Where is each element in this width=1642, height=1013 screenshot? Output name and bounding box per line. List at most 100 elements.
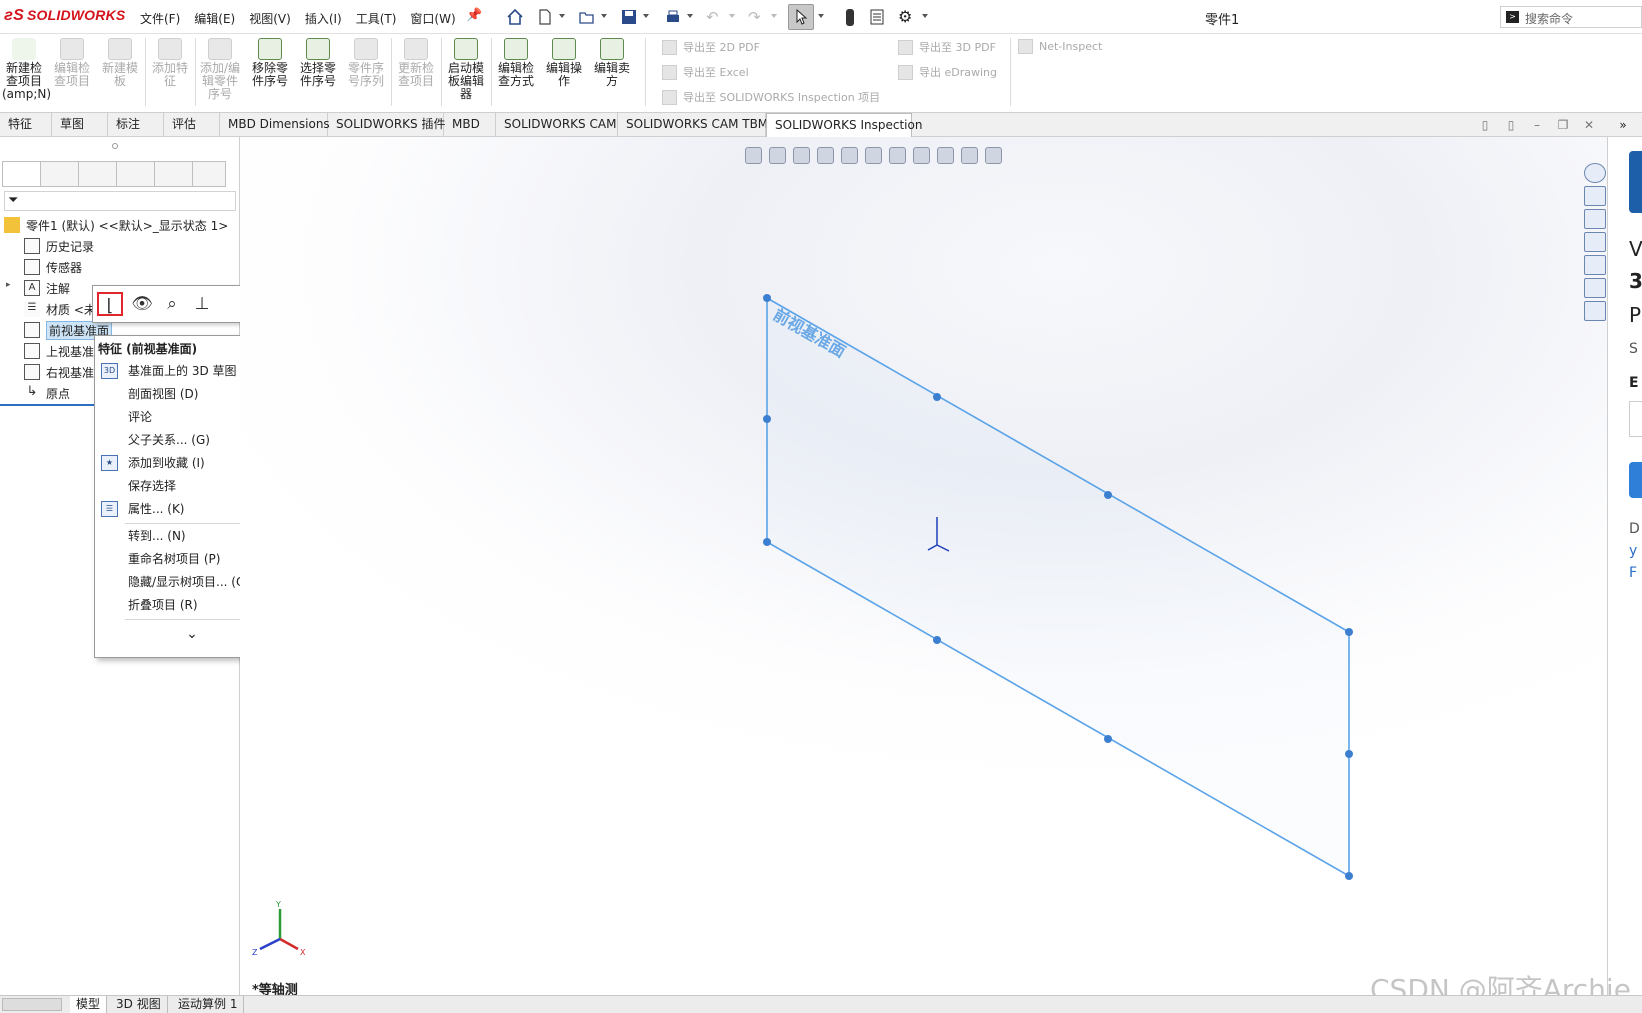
update-inspection-button[interactable]: 更新检 查项目 <box>394 38 438 88</box>
property-manager-tab-icon[interactable] <box>40 161 79 187</box>
tree-item-origin[interactable]: ↳ 原点 <box>24 383 70 403</box>
print-icon[interactable] <box>664 8 682 26</box>
tab-features[interactable]: 特征 <box>0 113 52 137</box>
chevron-down-icon[interactable] <box>922 14 928 18</box>
redo-icon[interactable]: ↷ <box>748 8 766 26</box>
edit-inspection-project-button[interactable]: 编辑检 查项目 <box>50 38 94 88</box>
open-icon[interactable] <box>578 8 596 26</box>
launch-template-editor-button[interactable]: 启动模 板编辑 器 <box>444 38 488 101</box>
tree-filter-field[interactable]: ⏷ <box>4 191 236 211</box>
expand-arrow-icon[interactable]: ▸ <box>6 280 11 290</box>
solidworks-logo[interactable]: ƨS SOLIDWORKS <box>4 7 125 25</box>
tab-markup[interactable]: 标注 <box>108 113 164 137</box>
tab-scroll-arrows-icon[interactable] <box>192 161 226 187</box>
tree-item-top-plane[interactable]: 上视基准 <box>24 341 94 361</box>
tab-mbd[interactable]: MBD <box>444 113 496 137</box>
export-sw-inspection-button[interactable]: 导出至 SOLIDWORKS Inspection 项目 <box>662 89 880 105</box>
tree-item-sensors[interactable]: 传感器 <box>24 257 82 277</box>
add-feature-button[interactable]: 添加特 征 <box>148 38 192 88</box>
save-icon[interactable] <box>620 8 638 26</box>
select-balloon-button[interactable]: 选择零 件序号 <box>296 38 340 88</box>
tree-item-history[interactable]: 历史记录 <box>24 236 94 256</box>
tab-evaluate[interactable]: 评估 <box>164 113 220 137</box>
tab-solidworks-cam[interactable]: SOLIDWORKS CAM <box>496 113 618 137</box>
expand-panel-icon[interactable]: » <box>1616 118 1630 132</box>
file-explorer-icon[interactable] <box>1584 232 1606 252</box>
home-icon[interactable] <box>506 8 524 26</box>
new-template-button[interactable]: 新建模 板 <box>98 38 142 88</box>
home-tab-icon[interactable] <box>1584 186 1606 206</box>
configuration-manager-tab-icon[interactable] <box>78 161 117 187</box>
tab-solidworks-inspection[interactable]: SOLIDWORKS Inspection <box>766 113 922 137</box>
chevron-down-icon[interactable] <box>729 14 735 18</box>
task-pane-link[interactable]: F <box>1629 565 1637 581</box>
task-pane-link[interactable]: y <box>1629 543 1637 559</box>
custom-properties-icon[interactable] <box>1584 301 1606 321</box>
zoom-to-selection-icon[interactable]: ⌕ <box>159 292 185 316</box>
export-excel-button[interactable]: 导出至 Excel <box>662 64 749 80</box>
sketch-3d-on-plane-icon[interactable]: ⌊ <box>97 292 123 316</box>
new-document-icon[interactable] <box>536 8 554 26</box>
export-edrawing-button[interactable]: 导出 eDrawing <box>898 64 997 80</box>
tab-sketch[interactable]: 草图 <box>52 113 108 137</box>
rollback-bar[interactable] <box>0 404 96 406</box>
tree-root[interactable]: 零件1 (默认) <<默认>_显示状态 1> <box>4 215 228 235</box>
file-properties-icon[interactable] <box>868 8 886 26</box>
net-inspect-button[interactable]: Net-Inspect <box>1018 39 1102 54</box>
tile-right-icon[interactable]: ▯ <box>1504 118 1518 132</box>
dimxpert-manager-tab-icon[interactable] <box>116 161 155 187</box>
tile-left-icon[interactable]: ▯ <box>1478 118 1492 132</box>
new-inspection-project-button[interactable]: 新建检 查项目 (amp;N) <box>2 38 51 101</box>
tree-item-annotations[interactable]: A 注解 <box>24 278 70 298</box>
chevron-down-icon[interactable] <box>818 14 824 18</box>
tab-scroll-arrows-icon[interactable] <box>2 998 62 1011</box>
feature-manager-tab-icon[interactable] <box>2 161 41 187</box>
gear-icon[interactable]: ⚙ <box>898 8 916 26</box>
remove-balloon-button[interactable]: 移除零 件序号 <box>248 38 292 88</box>
chevron-down-icon[interactable] <box>687 14 693 18</box>
task-pane-button[interactable] <box>1629 462 1642 498</box>
chevron-down-icon[interactable] <box>771 14 777 18</box>
select-cursor-icon[interactable] <box>788 4 814 30</box>
eye-icon[interactable]: 👁 <box>129 292 155 316</box>
balloon-sequence-button[interactable]: 零件序 号序列 <box>344 38 388 88</box>
solidworks-resources-icon[interactable] <box>1584 163 1606 183</box>
panel-grip-icon[interactable] <box>112 143 118 149</box>
chevron-down-icon[interactable] <box>559 14 565 18</box>
tab-motion-study[interactable]: 运动算例 1 <box>172 996 245 1013</box>
undo-icon[interactable]: ↶ <box>706 8 724 26</box>
display-manager-tab-icon[interactable] <box>154 161 193 187</box>
add-edit-balloon-button[interactable]: 添加/编 辑零件 序号 <box>198 38 242 101</box>
pin-icon[interactable]: 📌 <box>466 8 482 23</box>
menu-file[interactable]: 文件(F) <box>140 10 180 27</box>
appearances-icon[interactable] <box>1584 278 1606 298</box>
view-palette-icon[interactable] <box>1584 255 1606 275</box>
tree-item-right-plane[interactable]: 右视基准 <box>24 362 94 382</box>
normal-to-icon[interactable]: ⊥ <box>189 292 215 316</box>
tab-solidworks-addins[interactable]: SOLIDWORKS 插件 <box>328 113 445 137</box>
restore-icon[interactable]: ❐ <box>1556 118 1570 132</box>
menu-edit[interactable]: 编辑(E) <box>194 10 235 27</box>
menu-tools[interactable]: 工具(T) <box>356 10 397 27</box>
traffic-light-icon[interactable] <box>846 9 854 26</box>
tab-mbd-dimensions[interactable]: MBD Dimensions <box>220 113 330 137</box>
menu-insert[interactable]: 插入(I) <box>305 10 342 27</box>
menu-window[interactable]: 窗口(W) <box>410 10 455 27</box>
edit-inspection-method-button[interactable]: 编辑检 查方式 <box>494 38 538 88</box>
chevron-down-icon[interactable] <box>601 14 607 18</box>
design-library-icon[interactable] <box>1584 209 1606 229</box>
tab-model[interactable]: 模型 <box>70 996 108 1013</box>
minimize-icon[interactable]: – <box>1530 118 1544 132</box>
front-plane-graphic[interactable]: 前视基准面 <box>240 137 1607 999</box>
task-pane-input[interactable] <box>1629 401 1642 437</box>
search-command-field[interactable]: > 搜索命令 <box>1500 6 1642 28</box>
close-icon[interactable]: ✕ <box>1582 118 1596 132</box>
chevron-down-icon[interactable] <box>643 14 649 18</box>
tab-solidworks-cam-tbm[interactable]: SOLIDWORKS CAM TBM <box>618 113 768 137</box>
tab-3d-views[interactable]: 3D 视图 <box>110 996 168 1013</box>
menu-view[interactable]: 视图(V) <box>249 10 291 27</box>
export-2d-pdf-button[interactable]: 导出至 2D PDF <box>662 39 760 55</box>
graphics-viewport[interactable]: 前视基准面 Y X Z *等轴测 <box>240 137 1607 999</box>
export-3d-pdf-button[interactable]: 导出至 3D PDF <box>898 39 996 55</box>
edit-operation-button[interactable]: 编辑操 作 <box>542 38 586 88</box>
